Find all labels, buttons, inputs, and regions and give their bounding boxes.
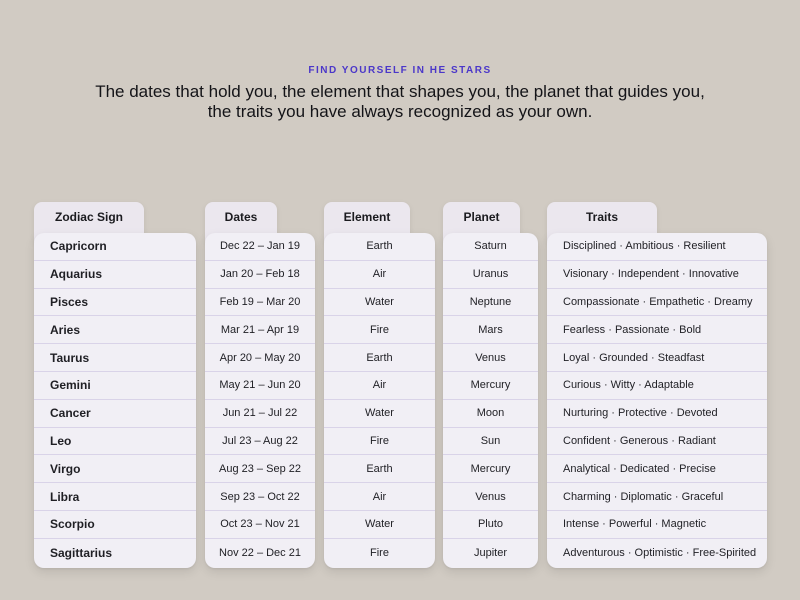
traits-row: Curious · Witty · Adaptable (547, 372, 767, 400)
traits-row: Intense · Powerful · Magnetic (547, 511, 767, 539)
sign-row: Gemini (34, 372, 196, 400)
dates-row: Aug 23 – Sep 22 (205, 455, 315, 484)
card-element: Earth Air Water Fire Earth Air Water Fir… (324, 233, 435, 568)
planet-row: Neptune (443, 289, 538, 317)
traits-row: Nurturing · Protective · Devoted (547, 400, 767, 428)
headline-line-1: The dates that hold you, the element tha… (95, 82, 705, 101)
dates-row: Nov 22 – Dec 21 (219, 546, 301, 559)
eyebrow-label: FIND YOURSELF IN HE STARS (308, 65, 492, 76)
sign-row: Leo (34, 428, 196, 456)
element-row: Water (324, 400, 435, 428)
element-row: Earth (324, 455, 435, 484)
dates-row: Apr 20 – May 20 (205, 344, 315, 372)
element-row: Air (324, 372, 435, 400)
traits-row: Confident · Generous · Radiant (547, 428, 767, 456)
card-planet: Saturn Uranus Neptune Mars Venus Mercury… (443, 233, 538, 568)
element-row: Earth (324, 344, 435, 372)
sign-row: Pisces (34, 289, 196, 317)
card-zodiac-sign: Capricorn Aquarius Pisces Aries Taurus G… (34, 233, 196, 568)
traits-row: Analytical · Dedicated · Precise (547, 455, 767, 484)
dates-row: Oct 23 – Nov 21 (205, 511, 315, 539)
sign-row: Taurus (34, 344, 196, 372)
tab-traits-label: Traits (585, 210, 618, 224)
element-row: Water (324, 289, 435, 317)
sign-row: Scorpio (34, 511, 196, 539)
traits-row: Charming · Diplomatic · Graceful (547, 483, 767, 511)
planet-row: Venus (443, 483, 538, 511)
card-traits: Disciplined · Ambitious · Resilient Visi… (547, 233, 767, 568)
dates-row: Jun 21 – Jul 22 (205, 400, 315, 428)
sign-row: Aries (34, 316, 196, 345)
element-row: Air (324, 261, 435, 289)
traits-row: Visionary · Independent · Innovative (547, 261, 767, 289)
planet-row: Mercury (443, 455, 538, 484)
planet-row: Saturn (443, 233, 538, 261)
sign-row: Cancer (34, 400, 196, 428)
sign-row: Libra (34, 483, 196, 511)
element-row: Fire (370, 546, 389, 559)
planet-row: Moon (443, 400, 538, 428)
element-row: Fire (324, 428, 435, 456)
sign-row: Virgo (34, 455, 196, 484)
planet-row: Pluto (443, 511, 538, 539)
tab-planet-label: Planet (463, 210, 500, 224)
tab-element-label: Element (343, 210, 391, 224)
dates-row: May 21 – Jun 20 (205, 372, 315, 400)
element-row: Air (324, 483, 435, 511)
traits-row: Fearless · Passionate · Bold (547, 316, 767, 345)
dates-row: Feb 19 – Mar 20 (205, 289, 315, 317)
tab-dates-label: Dates (224, 210, 258, 224)
sign-row: Aquarius (34, 261, 196, 289)
element-row: Water (324, 511, 435, 539)
planet-row: Venus (443, 344, 538, 372)
headline-line-2: the traits you have always recognized as… (207, 102, 593, 121)
planet-row: Jupiter (473, 546, 508, 559)
card-dates: Dec 22 – Jan 19 Jan 20 – Feb 18 Feb 19 –… (205, 233, 315, 568)
planet-row: Mercury (443, 372, 538, 400)
traits-row: Adventurous · Optimistic · Free-Spirited (563, 546, 757, 559)
dates-row: Sep 23 – Oct 22 (205, 483, 315, 511)
planet-row: Uranus (443, 261, 538, 289)
headline: The dates that hold you, the element tha… (0, 82, 800, 122)
planet-row: Sun (443, 428, 538, 456)
element-row: Earth (324, 233, 435, 261)
sign-row: Capricorn (34, 233, 196, 261)
element-row: Fire (324, 316, 435, 345)
traits-row: Compassionate · Empathetic · Dreamy (547, 289, 767, 317)
dates-row: Dec 22 – Jan 19 (205, 233, 315, 261)
sign-row: Sagittarius (50, 545, 113, 560)
traits-row: Disciplined · Ambitious · Resilient (547, 233, 767, 261)
dates-row: Jul 23 – Aug 22 (205, 428, 315, 456)
traits-row: Loyal · Grounded · Steadfast (547, 344, 767, 372)
tab-zodiac-sign-label: Zodiac Sign (54, 210, 123, 224)
planet-row: Mars (443, 316, 538, 345)
dates-row: Mar 21 – Apr 19 (205, 316, 315, 345)
dates-row: Jan 20 – Feb 18 (205, 261, 315, 289)
